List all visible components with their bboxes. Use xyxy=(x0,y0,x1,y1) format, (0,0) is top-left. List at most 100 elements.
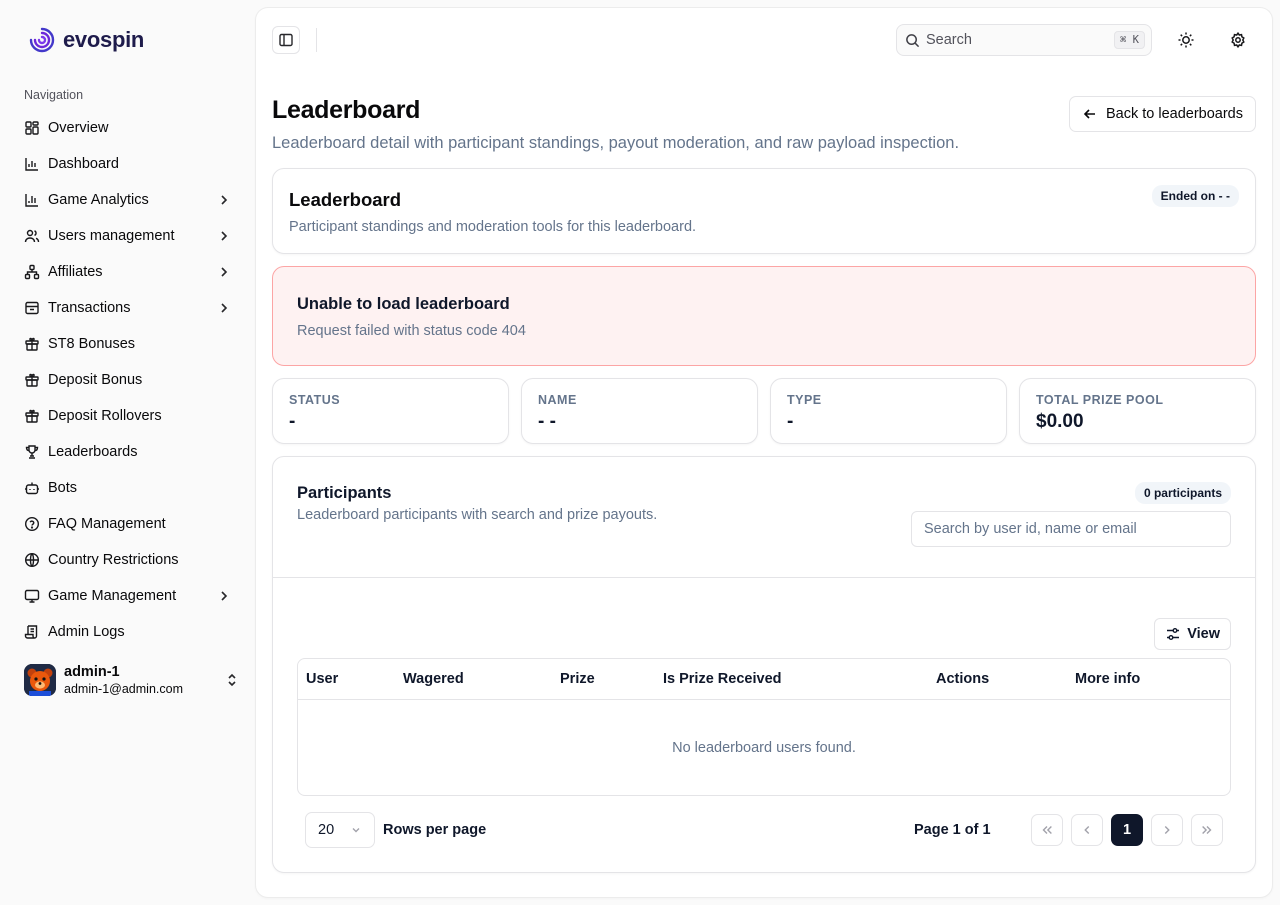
sidebar-item-label: Affiliates xyxy=(48,264,103,280)
sidebar-item-label: Users management xyxy=(48,228,175,244)
search-placeholder: Search xyxy=(926,32,972,48)
leaderboard-card-title: Leaderboard xyxy=(289,189,402,210)
stat-card-type: TYPE - xyxy=(770,378,1007,444)
monitor-icon xyxy=(24,588,40,604)
sidebar-item-country-restrictions[interactable]: Country Restrictions xyxy=(16,542,240,578)
sidebar-item-users-management[interactable]: Users management xyxy=(16,218,240,254)
sidebar-item-admin-logs[interactable]: Admin Logs xyxy=(16,614,240,650)
sidebar-item-label: Deposit Rollovers xyxy=(48,408,162,424)
sidebar-item-label: Deposit Bonus xyxy=(48,372,143,388)
leaderboard-card-description: Participant standings and moderation too… xyxy=(289,219,697,235)
chevron-right-icon xyxy=(216,228,232,244)
column-header-wagered[interactable]: Wagered xyxy=(403,671,464,687)
error-alert: Unable to load leaderboard Request faile… xyxy=(272,266,1256,366)
avatar xyxy=(24,664,56,696)
view-options-button[interactable]: View xyxy=(1154,618,1231,650)
layout-grid-icon xyxy=(24,120,40,136)
participants-description: Leaderboard participants with search and… xyxy=(297,507,658,523)
sidebar-item-overview[interactable]: Overview xyxy=(16,110,240,146)
rows-per-page-select[interactable]: 20 xyxy=(305,812,375,848)
topbar-divider xyxy=(316,28,317,52)
stat-value: - xyxy=(787,411,794,432)
rows-per-page-label: Rows per page xyxy=(383,822,487,838)
gift-icon xyxy=(24,336,40,352)
participants-search-input[interactable] xyxy=(911,511,1231,547)
page-subtitle: Leaderboard detail with participant stan… xyxy=(272,134,960,152)
next-page-button[interactable] xyxy=(1151,814,1183,846)
sidebar-item-label: FAQ Management xyxy=(48,516,166,532)
participants-count-badge: 0 participants xyxy=(1134,482,1231,504)
stat-label: NAME xyxy=(538,393,577,407)
theme-toggle-button[interactable] xyxy=(1172,26,1200,54)
bar-chart-icon xyxy=(24,156,40,172)
participants-divider xyxy=(273,577,1255,578)
chevron-right-icon xyxy=(216,192,232,208)
sidebar-item-deposit-rollovers[interactable]: Deposit Rollovers xyxy=(16,398,240,434)
sidebar-item-deposit-bonus[interactable]: Deposit Bonus xyxy=(16,362,240,398)
participants-card: Participants Leaderboard participants wi… xyxy=(272,456,1256,873)
settings-button[interactable] xyxy=(1224,26,1252,54)
chevron-right-icon xyxy=(216,300,232,316)
sidebar-item-label: ST8 Bonuses xyxy=(48,336,136,352)
back-button-label: Back to leaderboards xyxy=(1105,106,1243,122)
sidebar-item-label: Game Management xyxy=(48,588,177,604)
sidebar-item-dashboard[interactable]: Dashboard xyxy=(16,146,240,182)
archive-icon xyxy=(24,300,40,316)
evospin-logo-icon xyxy=(28,26,56,54)
sidebar-item-leaderboards[interactable]: Leaderboards xyxy=(16,434,240,470)
sidebar-toggle-button[interactable] xyxy=(272,26,300,54)
previous-page-button[interactable] xyxy=(1071,814,1103,846)
sidebar-item-label: Leaderboards xyxy=(48,444,138,460)
stat-label: TOTAL PRIZE POOL xyxy=(1036,393,1164,407)
gear-icon xyxy=(1230,32,1246,48)
main-panel: Search ⌘ K Leaderboard Leaderboard detai… xyxy=(256,8,1272,897)
chevrons-right-icon xyxy=(1200,823,1214,837)
sidebar-item-faq-management[interactable]: FAQ Management xyxy=(16,506,240,542)
page-1-button[interactable]: 1 xyxy=(1111,814,1143,846)
sidebar-item-bots[interactable]: Bots xyxy=(16,470,240,506)
table-empty-state: No leaderboard users found. xyxy=(672,740,856,756)
global-search[interactable]: Search ⌘ K xyxy=(896,24,1152,56)
users-icon xyxy=(24,228,40,244)
chevron-right-icon xyxy=(216,264,232,280)
brand-logo[interactable]: evospin xyxy=(28,26,144,54)
chevrons-left-icon xyxy=(1040,823,1054,837)
page-title: Leaderboard xyxy=(272,96,421,124)
back-to-leaderboards-button[interactable]: Back to leaderboards xyxy=(1068,96,1256,132)
user-email: admin-1@admin.com xyxy=(64,681,183,696)
first-page-button[interactable] xyxy=(1031,814,1063,846)
stat-card-status: STATUS - xyxy=(272,378,509,444)
column-header-prize[interactable]: Prize xyxy=(560,671,595,687)
sidebar-item-st8-bonuses[interactable]: ST8 Bonuses xyxy=(16,326,240,362)
sidebar-item-label: Overview xyxy=(48,120,109,136)
column-header-is-prize-received[interactable]: Is Prize Received xyxy=(663,671,782,687)
help-circle-icon xyxy=(24,516,40,532)
sidebar-item-game-analytics[interactable]: Game Analytics xyxy=(16,182,240,218)
sidebar-item-affiliates[interactable]: Affiliates xyxy=(16,254,240,290)
stat-card-total-prize-pool: TOTAL PRIZE POOL $0.00 xyxy=(1019,378,1256,444)
page-info: Page 1 of 1 xyxy=(914,822,991,838)
scroll-icon xyxy=(24,624,40,640)
last-page-button[interactable] xyxy=(1191,814,1223,846)
participants-title: Participants xyxy=(297,484,392,502)
chevron-left-icon xyxy=(1080,823,1094,837)
sidebar-item-game-management[interactable]: Game Management xyxy=(16,578,240,614)
sliders-icon xyxy=(1165,626,1181,642)
error-message: Request failed with status code 404 xyxy=(297,323,526,339)
nav-heading: Navigation xyxy=(24,88,84,102)
panel-left-icon xyxy=(278,32,294,48)
column-header-user[interactable]: User xyxy=(306,671,338,687)
stat-value: - - xyxy=(538,411,556,432)
table-header: User Wagered Prize Is Prize Received Act… xyxy=(298,659,1230,700)
brand-name: evospin xyxy=(63,27,145,52)
sidebar-item-transactions[interactable]: Transactions xyxy=(16,290,240,326)
search-shortcut: ⌘ K xyxy=(1114,31,1145,49)
view-button-label: View xyxy=(1187,626,1220,642)
sidebar-item-label: Bots xyxy=(48,480,78,496)
sidebar-item-label: Dashboard xyxy=(48,156,119,172)
column-header-more-info: More info xyxy=(1075,671,1141,687)
user-menu[interactable]: admin-1 admin-1@admin.com xyxy=(24,662,240,698)
arrow-left-icon xyxy=(1082,106,1098,122)
network-icon xyxy=(24,264,40,280)
sidebar-item-label: Transactions xyxy=(48,300,131,316)
